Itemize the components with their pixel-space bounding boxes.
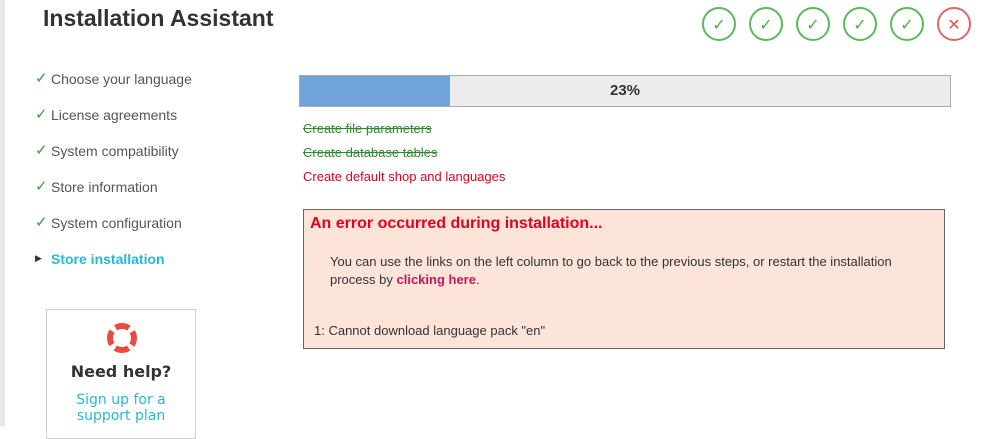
restart-link[interactable]: clicking here (396, 272, 475, 287)
check-circle-icon: ✓ (749, 7, 783, 41)
check-circle-icon: ✓ (702, 7, 736, 41)
error-title: An error occurred during installation... (310, 215, 603, 232)
error-detail: 1: Cannot download language pack "en" (314, 323, 546, 338)
left-border (0, 0, 5, 426)
error-message: You can use the links on the left column… (330, 253, 930, 289)
step-item-license[interactable]: ✓ License agreements (35, 104, 192, 140)
step-label[interactable]: Store information (51, 176, 158, 198)
progress-label: 23% (609, 82, 641, 99)
checkmark-icon: ✓ (35, 177, 48, 195)
lifebuoy-icon (107, 323, 137, 353)
step-item-store-information[interactable]: ✓ Store information (35, 176, 192, 212)
step-label[interactable]: License agreements (51, 104, 177, 126)
step-label[interactable]: Choose your language (51, 68, 192, 90)
task-item: Create file parameters (303, 121, 432, 136)
support-plan-link[interactable]: Sign up for a support plan (47, 392, 195, 424)
checkmark-icon: ✓ (35, 105, 48, 123)
step-item-store-installation: ▶ Store installation (35, 248, 192, 284)
step-item-system-configuration[interactable]: ✓ System configuration (35, 212, 192, 248)
page-title: Installation Assistant (43, 5, 274, 31)
error-box: An error occurred during installation...… (303, 209, 945, 349)
support-link-line2[interactable]: support plan (77, 408, 165, 424)
progress-bar: 23% (299, 75, 951, 107)
installation-steps: ✓ Choose your language ✓ License agreeme… (35, 68, 192, 284)
help-title: Need help? (70, 362, 172, 381)
step-label[interactable]: System configuration (51, 212, 182, 234)
support-link-line1[interactable]: Sign up for a (76, 392, 165, 408)
help-box: Need help? Sign up for a support plan (46, 309, 196, 439)
close-circle-icon: ✕ (937, 7, 971, 41)
checkmark-icon: ✓ (35, 141, 48, 159)
checkmark-icon: ✓ (35, 213, 48, 231)
step-label[interactable]: System compatibility (51, 140, 179, 162)
check-circle-icon: ✓ (796, 7, 830, 41)
task-item: Create database tables (303, 145, 438, 160)
checkmark-icon: ✓ (35, 69, 48, 87)
step-label-active: Store installation (51, 251, 165, 267)
caret-right-icon: ▶ (35, 254, 42, 264)
check-circle-icon: ✓ (843, 7, 877, 41)
step-item-language[interactable]: ✓ Choose your language (35, 68, 192, 104)
check-circle-icon: ✓ (890, 7, 924, 41)
step-status-icons: ✓ ✓ ✓ ✓ ✓ ✕ (702, 7, 971, 41)
task-list: Create file parameters Create database t… (303, 120, 505, 192)
error-message-end: . (475, 272, 480, 287)
task-item-failed: Create default shop and languages (303, 169, 506, 184)
step-item-compatibility[interactable]: ✓ System compatibility (35, 140, 192, 176)
